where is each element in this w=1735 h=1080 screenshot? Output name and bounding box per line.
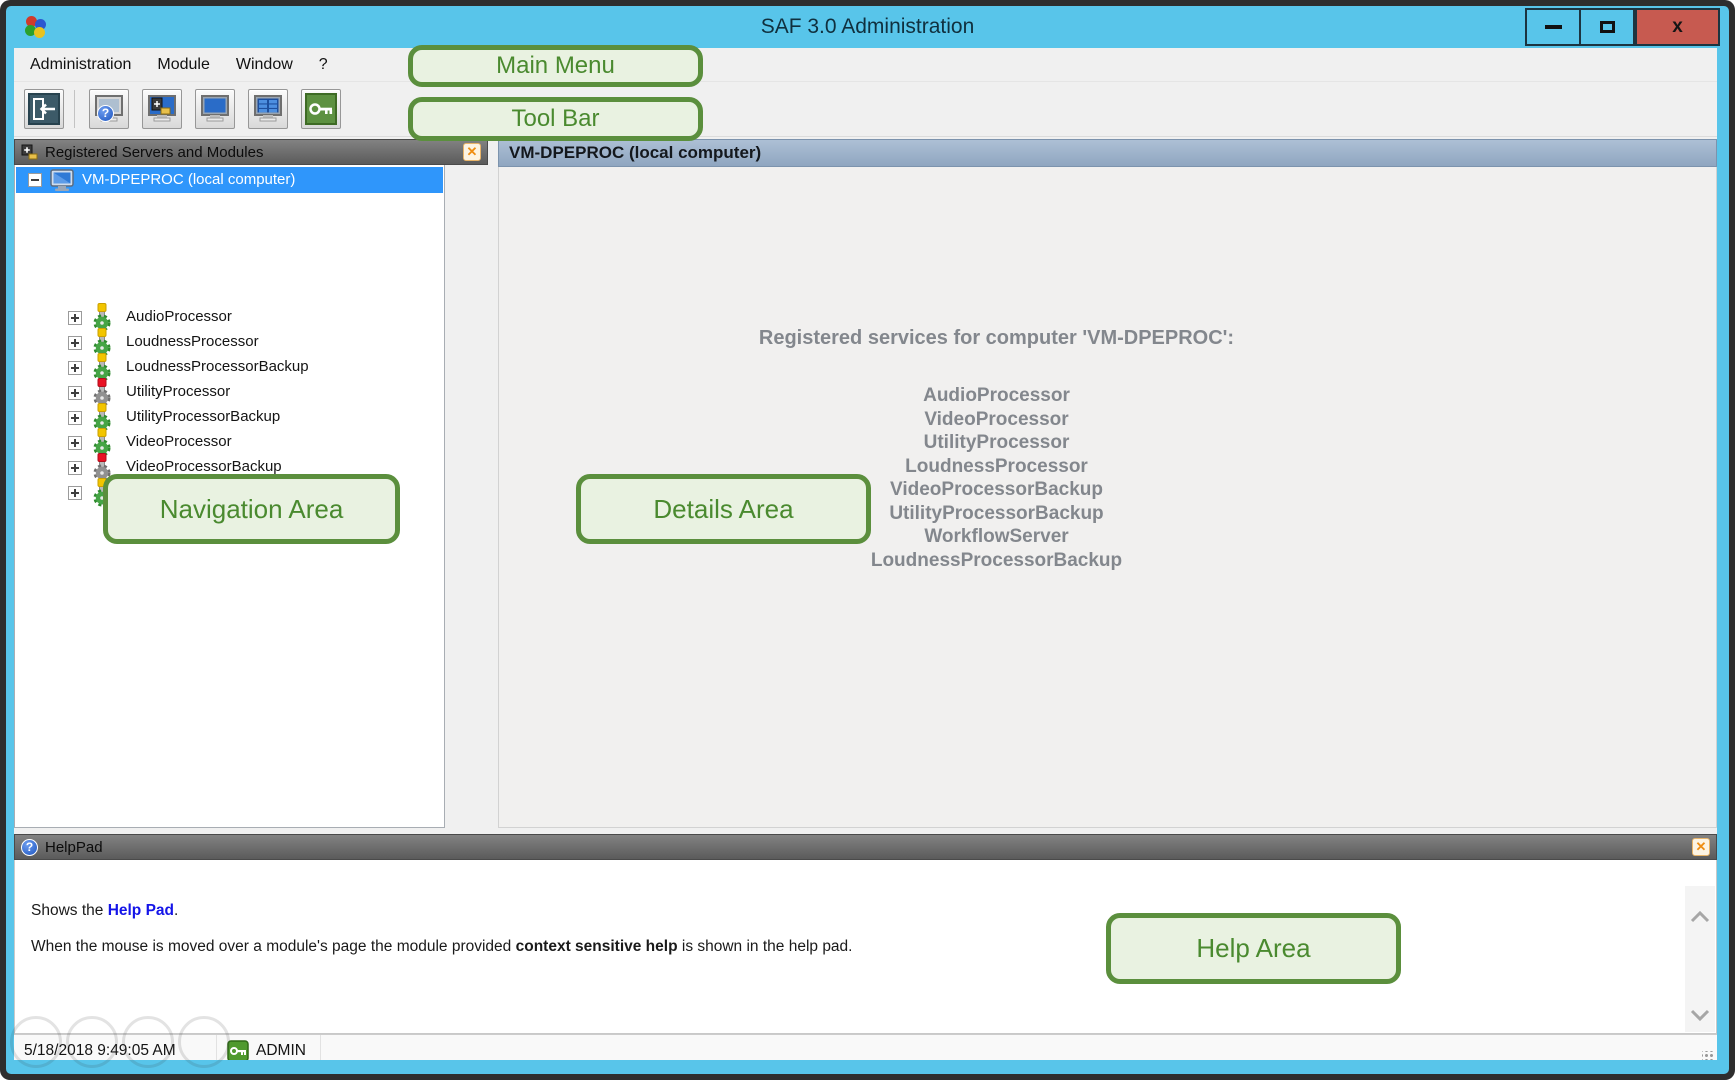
annotation-main-menu: Main Menu [408, 45, 703, 87]
tree-node-label: UtilityProcessorBackup [126, 408, 280, 425]
tree-node-label: AudioProcessor [126, 308, 232, 325]
scroll-up-icon[interactable] [1689, 910, 1711, 924]
tree-node[interactable]: UtilityProcessor [16, 380, 443, 405]
details-panel-header: VM-DPEPROC (local computer) [498, 139, 1717, 167]
client-area: Administration Module Window ? [14, 48, 1717, 1060]
status-filler [321, 1035, 1717, 1060]
exit-button[interactable] [24, 89, 64, 129]
helppad-link[interactable]: Help Pad [108, 902, 174, 919]
annotation-navigation-area: Navigation Area [103, 474, 400, 544]
status-user: ADMIN [217, 1035, 321, 1060]
tree-node-root[interactable]: VM-DPEPROC (local computer) [16, 167, 443, 193]
helppad-text: When the mouse is moved over a module's … [31, 938, 516, 955]
service-item: VideoProcessor [499, 408, 1494, 432]
resize-grip-icon[interactable] [1702, 1051, 1714, 1060]
collapse-toggle[interactable] [28, 173, 42, 187]
computer-icon [50, 169, 76, 192]
navigation-panel-icon [147, 94, 177, 124]
helppad-close-icon[interactable]: ✕ [1692, 838, 1710, 856]
service-item: LoudnessProcessorBackup [499, 549, 1494, 573]
watermark-circle [122, 1016, 174, 1068]
tree-node[interactable]: AudioProcessor [16, 305, 443, 330]
expand-toggle[interactable] [68, 386, 82, 400]
key-icon [227, 1040, 249, 1061]
menu-help[interactable]: ? [319, 56, 328, 74]
status-bar: 5/18/2018 9:49:05 AM ADMIN [14, 1034, 1717, 1060]
watermark-circle [10, 1016, 62, 1068]
menu-window[interactable]: Window [236, 56, 293, 74]
menu-administration[interactable]: Administration [30, 56, 131, 74]
toolbar-separator [74, 90, 75, 128]
window-title: SAF 3.0 Administration [6, 6, 1729, 48]
helppad-icon: ? [21, 839, 38, 856]
helppad-header: ? HelpPad ✕ [14, 834, 1717, 860]
helppad-title: HelpPad [45, 839, 103, 856]
details-view-button[interactable] [195, 89, 235, 129]
helppad-content: Shows the Help Pad. When the mouse is mo… [14, 860, 1717, 1034]
tree-node[interactable]: UtilityProcessorBackup [16, 405, 443, 430]
tree-node-label: VM-DPEPROC (local computer) [82, 171, 295, 188]
navigation-close-icon[interactable]: ✕ [463, 143, 481, 161]
maximize-icon [1600, 21, 1615, 33]
details-heading: Registered services for computer 'VM-DPE… [499, 327, 1494, 350]
key-icon [305, 93, 337, 125]
minimize-button[interactable] [1525, 8, 1581, 46]
status-user-label: ADMIN [256, 1042, 306, 1060]
grid-view-icon [253, 94, 283, 124]
helppad-text: Shows the [31, 902, 108, 919]
close-button[interactable]: x [1635, 8, 1720, 46]
tool-bar: ? [14, 82, 1717, 137]
scroll-down-icon[interactable] [1689, 1008, 1711, 1022]
expand-toggle[interactable] [68, 311, 82, 325]
tree-node-label: UtilityProcessor [126, 383, 230, 400]
watermark-circle [178, 1016, 230, 1068]
expand-toggle[interactable] [68, 461, 82, 475]
login-button[interactable] [301, 89, 341, 129]
tree-node[interactable]: LoudnessProcessorBackup [16, 355, 443, 380]
tree-node[interactable]: VideoProcessor [16, 430, 443, 455]
exit-door-icon [28, 93, 60, 125]
expand-toggle[interactable] [68, 436, 82, 450]
tree-node-label: LoudnessProcessorBackup [126, 358, 309, 375]
menu-bar: Administration Module Window ? [14, 48, 1717, 82]
helppad-emphasis: context sensitive help [516, 938, 678, 955]
helppad-panel: ? HelpPad ✕ Shows the Help Pad. When the… [14, 834, 1717, 1034]
annotation-details-area: Details Area [576, 474, 871, 544]
helppad-scrollbar[interactable] [1685, 886, 1715, 1032]
tree-node-label: VideoProcessor [126, 433, 232, 450]
help-question-icon: ? [97, 105, 114, 122]
service-item: UtilityProcessor [499, 431, 1494, 455]
application-window: SAF 3.0 Administration x Administration … [0, 0, 1735, 1080]
helppad-line2: When the mouse is moved over a module's … [31, 938, 852, 956]
table-view-button[interactable] [248, 89, 288, 129]
title-bar[interactable]: SAF 3.0 Administration x [6, 6, 1729, 48]
details-screen-icon [200, 94, 230, 124]
menu-module[interactable]: Module [157, 56, 209, 74]
details-panel-title: VM-DPEPROC (local computer) [509, 143, 761, 163]
minimize-icon [1545, 25, 1562, 29]
tree-node-label: VideoProcessorBackup [126, 458, 282, 475]
service-item: AudioProcessor [499, 384, 1494, 408]
expand-toggle[interactable] [68, 486, 82, 500]
watermark-circle [66, 1016, 118, 1068]
helppad-text: is shown in the help pad. [678, 938, 853, 955]
tree-node-label: LoudnessProcessor [126, 333, 259, 350]
helppad-monitor-icon: ? [94, 94, 124, 124]
tree-node[interactable]: LoudnessProcessor [16, 330, 443, 355]
helppad-line1: Shows the Help Pad. [31, 902, 178, 920]
expand-toggle[interactable] [68, 336, 82, 350]
helppad-toggle-button[interactable]: ? [89, 89, 129, 129]
maximize-button[interactable] [1579, 8, 1635, 46]
expand-toggle[interactable] [68, 411, 82, 425]
helppad-text: . [174, 902, 178, 919]
navigation-toggle-button[interactable] [142, 89, 182, 129]
navigation-panel-title: Registered Servers and Modules [45, 144, 263, 161]
servers-tree-icon [21, 144, 38, 160]
navigation-panel-header: Registered Servers and Modules ✕ [14, 139, 488, 165]
annotation-help-area: Help Area [1106, 913, 1401, 984]
expand-toggle[interactable] [68, 361, 82, 375]
annotation-tool-bar: Tool Bar [408, 97, 703, 141]
